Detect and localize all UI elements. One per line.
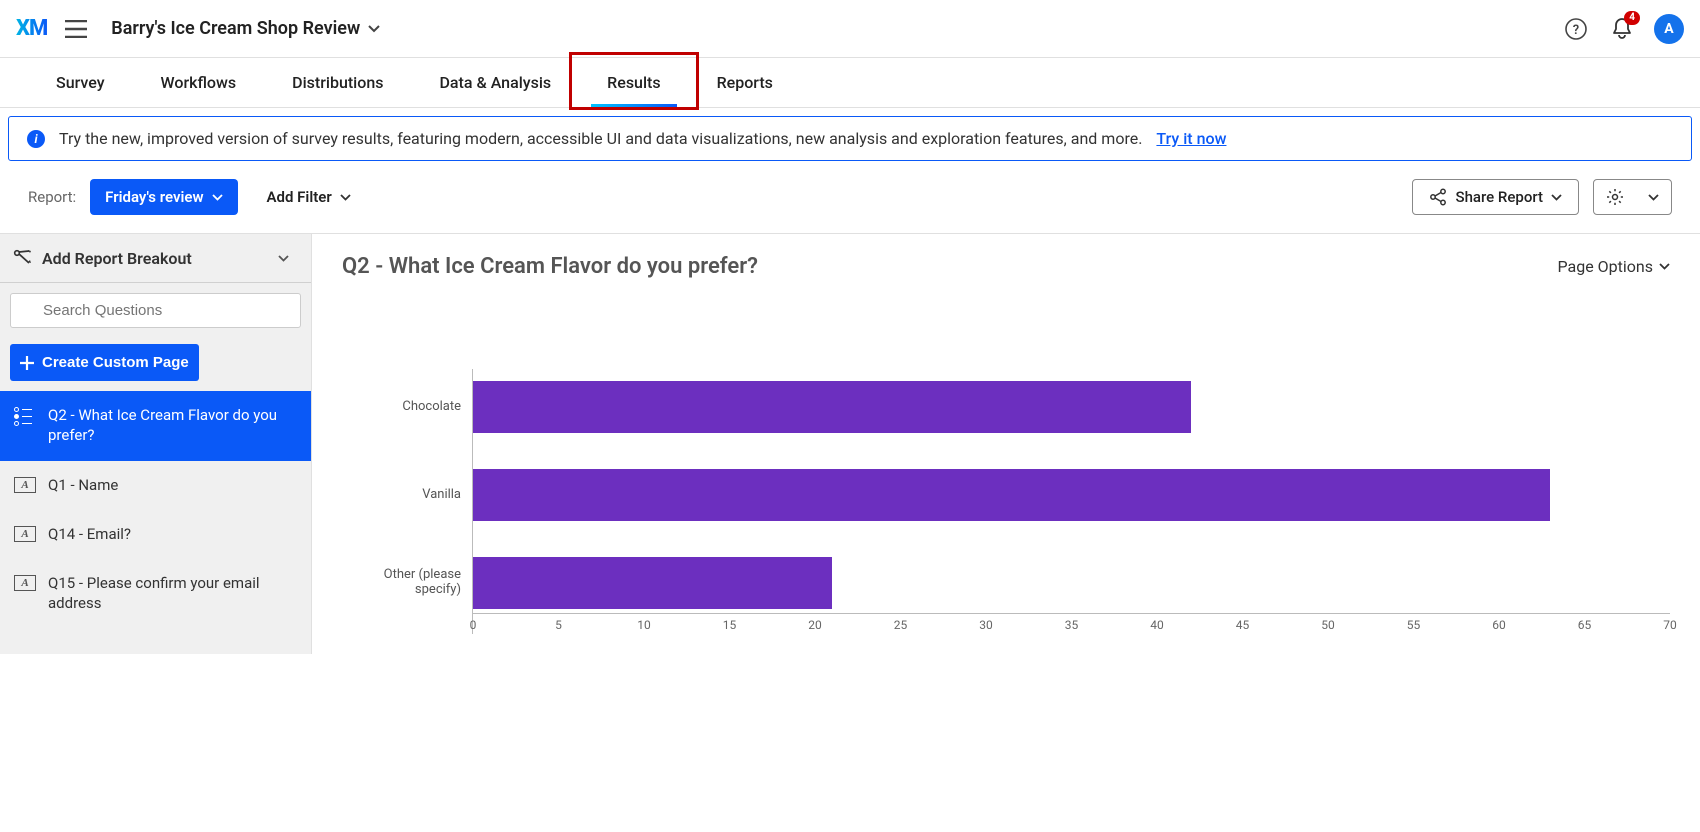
sidebar: Add Report Breakout Create Custom Page (0, 233, 312, 654)
chart-tick: 45 (1236, 618, 1250, 632)
info-icon: i (27, 130, 45, 148)
info-banner: i Try the new, improved version of surve… (8, 116, 1692, 161)
notifications-icon[interactable]: 4 (1608, 15, 1636, 43)
question-title: Q2 - What Ice Cream Flavor do you prefer… (342, 254, 758, 279)
chart-tick: 70 (1663, 618, 1677, 632)
search-questions-input[interactable] (10, 293, 301, 328)
breakout-icon (12, 248, 32, 268)
project-title-text: Barry's Ice Cream Shop Review (111, 18, 360, 39)
xm-logo: XM (16, 16, 47, 41)
plus-icon (20, 356, 34, 370)
chevron-down-icon (212, 194, 223, 201)
tab-data-analysis[interactable]: Data & Analysis (411, 58, 579, 107)
chart-tick: 15 (723, 618, 737, 632)
report-label: Report: (28, 188, 76, 206)
chart-category-label: Chocolate (343, 400, 473, 415)
question-item[interactable]: Q2 - What Ice Cream Flavor do you prefer… (0, 391, 311, 461)
chevron-down-icon (340, 194, 351, 201)
tab-workflows[interactable]: Workflows (133, 58, 265, 107)
question-item[interactable]: A Q15 - Please confirm your email addres… (0, 559, 311, 629)
menu-icon[interactable] (65, 20, 87, 38)
notification-badge: 4 (1624, 11, 1640, 25)
help-icon[interactable]: ? (1562, 15, 1590, 43)
chart-bar (473, 469, 1550, 521)
avatar[interactable]: A (1654, 14, 1684, 44)
svg-text:?: ? (1573, 23, 1579, 38)
chevron-down-icon (1659, 263, 1670, 270)
chart-tick: 0 (470, 618, 477, 632)
chart-tick: 40 (1150, 618, 1164, 632)
page-options-dropdown[interactable]: Page Options (1558, 257, 1670, 276)
question-list: Q2 - What Ice Cream Flavor do you prefer… (0, 391, 311, 629)
text-question-icon: A (14, 526, 36, 542)
chevron-down-icon (278, 255, 289, 262)
top-bar: XM Barry's Ice Cream Shop Review ? 4 A (0, 0, 1700, 58)
chart-tick: 55 (1407, 618, 1421, 632)
text-question-icon: A (14, 575, 36, 591)
report-dropdown[interactable]: Friday's review (90, 179, 237, 215)
report-toolbar: Report: Friday's review Add Filter Share… (0, 161, 1700, 233)
chart-x-axis: 0510152025303540455055606570 (472, 614, 1670, 634)
chart-bar-row: Other (please specify) (343, 553, 1670, 613)
gear-icon (1606, 188, 1624, 206)
tab-distributions[interactable]: Distributions (264, 58, 411, 107)
create-custom-page-button[interactable]: Create Custom Page (10, 344, 199, 381)
chart-bar-row: Chocolate (343, 377, 1670, 437)
banner-try-link[interactable]: Try it now (1156, 129, 1226, 148)
share-report-button[interactable]: Share Report (1412, 179, 1579, 215)
chart-tick: 50 (1321, 618, 1335, 632)
chart-bar (473, 381, 1191, 433)
chevron-down-icon (1551, 194, 1562, 201)
main-content: Add Report Breakout Create Custom Page (0, 233, 1700, 654)
chart: Chocolate Vanilla Other (please specify) 0… (342, 369, 1670, 634)
chevron-down-icon (368, 25, 380, 33)
content-pane: Q2 - What Ice Cream Flavor do you prefer… (312, 233, 1700, 654)
question-item[interactable]: A Q14 - Email? (0, 510, 311, 559)
chart-tick: 25 (894, 618, 908, 632)
chart-tick: 20 (808, 618, 822, 632)
add-filter-button[interactable]: Add Filter (252, 179, 366, 215)
chart-tick: 65 (1578, 618, 1592, 632)
chart-tick: 35 (1065, 618, 1079, 632)
chevron-down-icon (1648, 194, 1659, 201)
main-tabs: Survey Workflows Distributions Data & An… (0, 58, 1700, 108)
radio-question-icon (14, 407, 36, 428)
text-question-icon: A (14, 477, 36, 493)
chart-tick: 60 (1492, 618, 1506, 632)
tab-results[interactable]: Results (579, 58, 688, 107)
question-item[interactable]: A Q1 - Name (0, 461, 311, 510)
banner-text: Try the new, improved version of survey … (59, 129, 1142, 148)
chart-bar-row: Vanilla (343, 465, 1670, 525)
chart-bars: Chocolate Vanilla Other (please specify) (342, 369, 1670, 613)
chart-tick: 30 (979, 618, 993, 632)
chart-category-label: Vanilla (343, 488, 473, 503)
search-questions-input-wrap (10, 293, 301, 328)
chart-bar (473, 557, 832, 609)
settings-button[interactable] (1593, 179, 1672, 215)
tab-survey[interactable]: Survey (28, 58, 133, 107)
add-report-breakout[interactable]: Add Report Breakout (0, 234, 311, 283)
tab-reports[interactable]: Reports (689, 58, 801, 107)
project-title-dropdown[interactable]: Barry's Ice Cream Shop Review (111, 18, 380, 39)
chart-category-label: Other (please specify) (343, 568, 473, 598)
share-icon (1429, 188, 1447, 206)
chart-tick: 5 (555, 618, 562, 632)
chart-tick: 10 (637, 618, 651, 632)
